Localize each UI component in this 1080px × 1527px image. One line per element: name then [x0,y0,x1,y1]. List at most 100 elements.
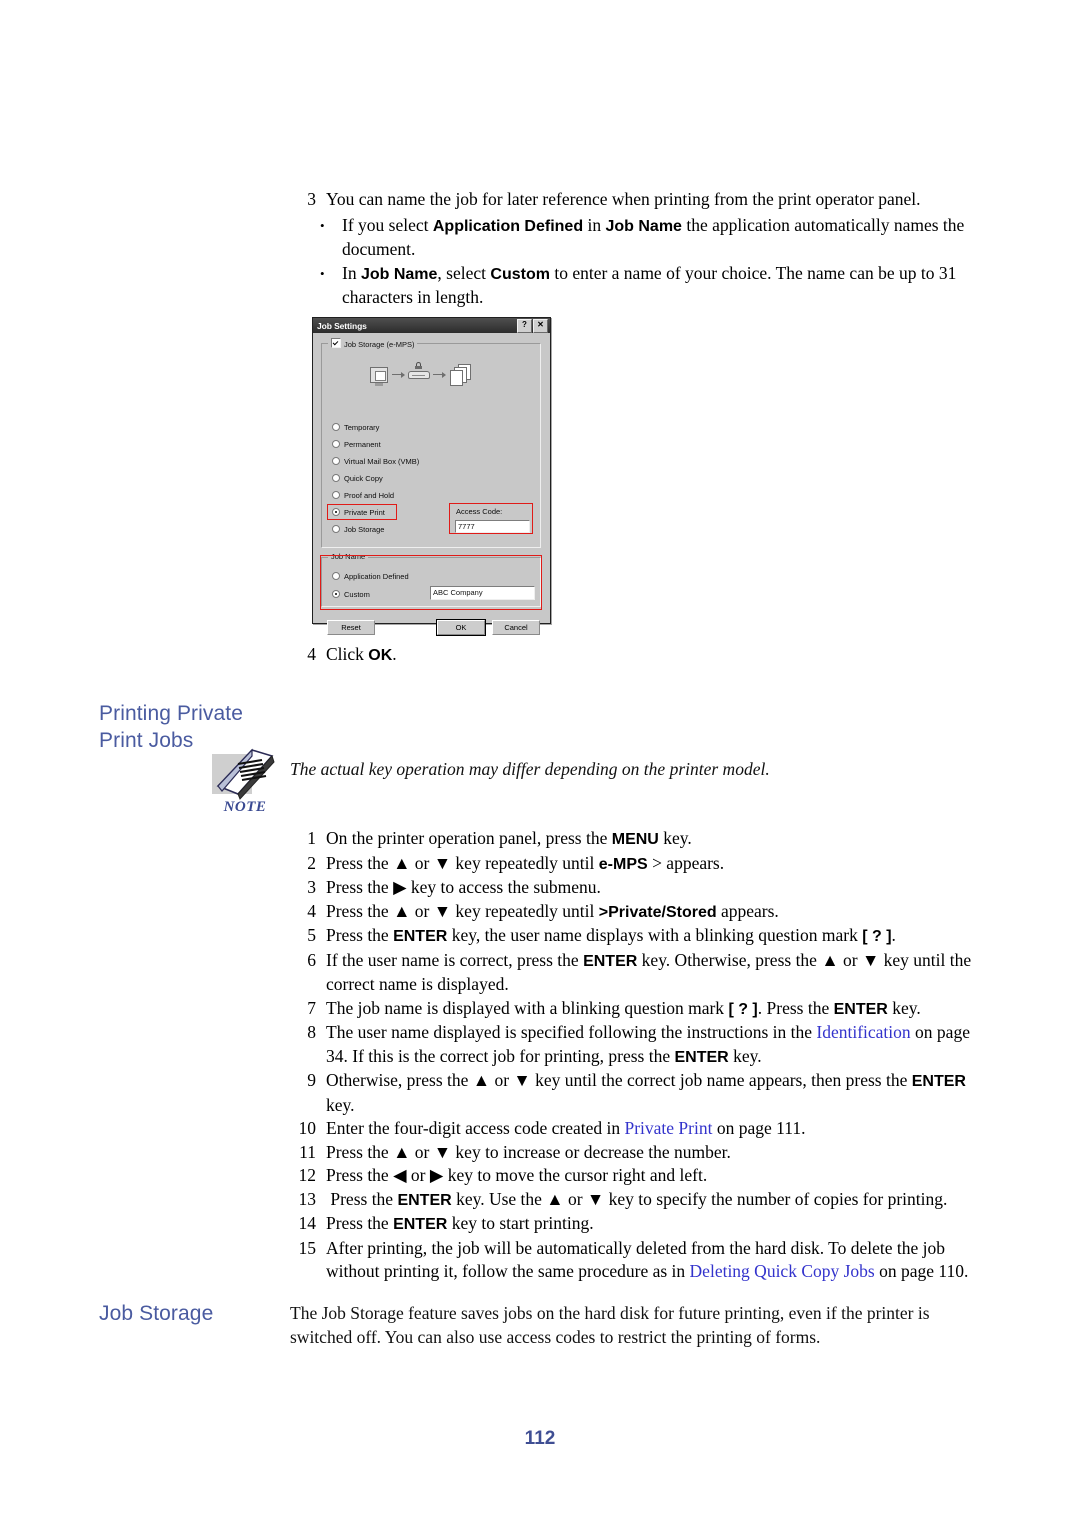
job-storage-checkbox-label: Job Storage (e-MPS) [344,340,415,349]
radio-application-defined[interactable] [332,572,340,580]
step-text: Press the ▲ or ▼ key repeatedly until e-… [326,852,725,873]
list-item: 12 Press the ◀ or ▶ key to move the curs… [290,1164,990,1188]
step-4-block: 4 Click OK. [290,643,990,668]
option-permanent[interactable]: Permanent [332,440,381,450]
step-text: Press the ▲ or ▼ key repeatedly until >P… [326,900,779,921]
step-4-number: 4 [307,644,316,664]
step-4-pre: Click [326,644,369,664]
step-number: 5 [307,925,316,945]
list-item: 5 Press the ENTER key, the user name dis… [290,924,990,949]
list-item: 4 Press the ▲ or ▼ key repeatedly until … [290,900,990,925]
printer-icon [408,371,430,379]
list-item: 14 Press the ENTER key to start printing… [290,1212,990,1237]
close-icon[interactable]: ✕ [533,318,548,333]
job-storage-group: Job Storage (e-MPS) Temporary Permanent … [321,338,541,548]
list-item: 1 On the printer operation panel, press … [290,827,990,852]
access-code-input[interactable]: 7777 [455,520,530,533]
option-label: Permanent [344,440,381,449]
note-label: NOTE [223,799,267,815]
option-quick-copy[interactable]: Quick Copy [332,474,383,484]
bullet-marker: • [320,265,325,281]
top-steps-block: 3 You can name the job for later referen… [290,188,990,310]
link-private-print[interactable]: Private Print [624,1118,712,1138]
link-identification[interactable]: Identification [816,1022,910,1042]
job-storage-checkbox[interactable] [331,338,341,348]
bullet-item-1: • If you select Application Defined in J… [316,214,990,262]
step-text: Press the ◀ or ▶ key to move the cursor … [326,1165,708,1185]
step-number: 14 [298,1213,317,1233]
step-number: 2 [307,852,316,873]
bullet-item-1-text: If you select Application Defined in Job… [342,214,990,262]
arrow-right-icon [433,370,446,380]
lock-body-icon [415,366,422,369]
note-book-icon [212,748,275,800]
list-item: 7 The job name is displayed with a blink… [290,997,990,1022]
step-4-text: Click OK. [326,643,990,668]
access-code-label: Access Code: [456,507,503,516]
step-number: 10 [298,1118,317,1138]
radio-virtual-mail-box[interactable] [332,457,340,465]
option-private-print[interactable]: Private Print [332,508,385,518]
option-job-storage[interactable]: Job Storage [332,525,384,535]
step-3-number: 3 [307,189,316,209]
job-storage-paragraph: The Job Storage feature saves jobs on th… [290,1303,930,1347]
printer-slot [412,375,425,377]
step-number: 8 [307,1022,316,1042]
step-number: 1 [307,828,316,848]
step-number: 13 [298,1188,317,1209]
list-item: 10 Enter the four-digit access code crea… [290,1117,990,1141]
radio-permanent[interactable] [332,440,340,448]
cancel-button[interactable]: Cancel [492,620,540,635]
dialog-body: Job Storage (e-MPS) Temporary Permanent … [315,335,548,636]
dialog-title-bar[interactable]: Job Settings ? ✕ [313,318,550,333]
step-text: The user name displayed is specified fol… [326,1022,970,1066]
bullet2-bold-2: Custom [490,265,550,283]
step-number: 4 [307,900,316,921]
radio-custom[interactable] [332,590,340,598]
help-icon[interactable]: ? [517,318,532,333]
step-text: After printing, the job will be automati… [326,1237,969,1282]
ok-button[interactable]: OK [436,619,486,636]
step-number: 9 [307,1070,316,1090]
monitor-icon [370,367,388,383]
job-settings-dialog[interactable]: Job Settings ? ✕ Job Storage (e-MPS) Tem… [312,317,551,636]
option-proof-and-hold[interactable]: Proof and Hold [332,491,394,501]
option-virtual-mail-box[interactable]: Virtual Mail Box (VMB) [332,457,419,467]
step-4: 4 Click OK. [290,643,990,668]
list-item: 6 If the user name is correct, press the… [290,949,990,997]
bullet-item-2-text: In Job Name, select Custom to enter a na… [342,262,990,310]
bullet-item-2: • In Job Name, select Custom to enter a … [316,262,990,310]
option-custom[interactable]: Custom [332,590,370,600]
bullet2-mid: , select [437,262,491,283]
step-4-post: . [392,644,397,664]
step-number: 12 [298,1165,317,1185]
reset-button[interactable]: Reset [327,620,375,635]
monitor-stand [375,383,383,386]
step-number: 15 [298,1237,317,1258]
dialog-title-text: Job Settings [317,320,367,331]
note-text: The actual key operation may differ depe… [290,759,770,779]
option-temporary[interactable]: Temporary [332,423,379,433]
step-3-text: You can name the job for later reference… [326,189,921,209]
step-text: The job name is displayed with a blinkin… [326,997,921,1018]
bullet1-bold-1: Application Defined [432,217,584,235]
radio-job-storage[interactable] [332,525,340,533]
option-label: Job Storage [344,525,385,534]
option-label: Proof and Hold [344,491,395,500]
radio-proof-and-hold[interactable] [332,491,340,499]
radio-private-print[interactable] [332,508,340,516]
top-bullet-list: • If you select Application Defined in J… [290,214,990,310]
page-number: 112 [524,1428,556,1449]
job-storage-group-label[interactable]: Job Storage (e-MPS) [328,338,418,349]
step-text: On the printer operation panel, press th… [326,828,692,848]
radio-quick-copy[interactable] [332,474,340,482]
step-text: Press the ENTER key. Use the ▲ or ▼ key … [326,1188,948,1209]
radio-temporary[interactable] [332,423,340,431]
bullet2-pre: In [342,262,361,283]
job-name-input[interactable]: ABC Company [430,586,535,600]
step-4-bold: OK [368,647,393,664]
bullet2-bold-1: Job Name [360,265,438,283]
option-application-defined[interactable]: Application Defined [332,572,409,582]
link-deleting-quick-copy-jobs[interactable]: Deleting Quick Copy Jobs [690,1261,875,1281]
option-label: Virtual Mail Box (VMB) [344,457,420,466]
